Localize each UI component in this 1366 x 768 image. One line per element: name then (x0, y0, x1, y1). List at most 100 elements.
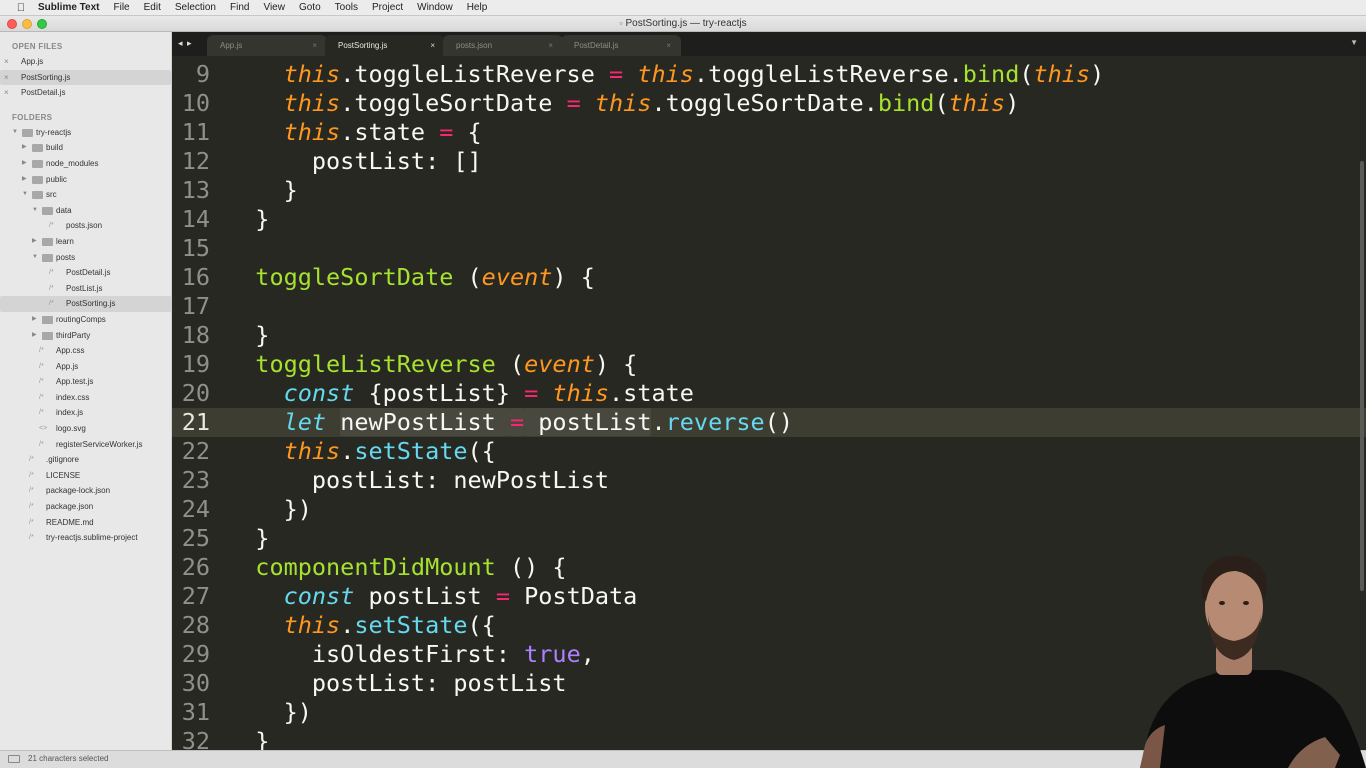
menu-help[interactable]: Help (467, 2, 488, 13)
close-tab-icon[interactable]: × (430, 35, 435, 56)
menu-find[interactable]: Find (230, 2, 249, 13)
code-line[interactable]: 24 }) (172, 495, 1366, 524)
chevron-right-icon[interactable]: ▶ (22, 172, 27, 188)
chevron-down-icon[interactable]: ▼ (32, 250, 38, 266)
code-line[interactable]: 13 } (172, 176, 1366, 205)
tab-postdetail-js[interactable]: PostDetail.js × (561, 35, 681, 56)
code-line[interactable]: 16 toggleSortDate (event) { (172, 263, 1366, 292)
close-tab-icon[interactable]: × (548, 35, 553, 56)
code-line[interactable]: 20 const {postList} = this.state (172, 379, 1366, 408)
folder-item[interactable]: ▶ routingComps (0, 312, 171, 328)
menu-goto[interactable]: Goto (299, 2, 321, 13)
tree-item-label: posts.json (66, 221, 103, 231)
apple-menu-icon[interactable]:  (14, 2, 28, 14)
file-item[interactable]: <> logo.svg (0, 421, 171, 437)
folder-item[interactable]: ▶ public (0, 172, 171, 188)
code-line[interactable]: 22 this.setState({ (172, 437, 1366, 466)
file-item[interactable]: /* index.css (0, 390, 171, 406)
file-item[interactable]: /* README.md (0, 515, 171, 531)
file-item[interactable]: /* posts.json (0, 218, 171, 234)
file-item[interactable]: /* PostSorting.js (0, 296, 171, 312)
menu-view[interactable]: View (263, 2, 285, 13)
tab-list-dropdown-icon[interactable]: ▼ (1350, 38, 1358, 47)
open-file-item[interactable]: × PostSorting.js (0, 69, 171, 86)
file-item[interactable]: /* LICENSE (0, 468, 171, 484)
menu-edit[interactable]: Edit (144, 2, 161, 13)
file-item[interactable]: /* package.json (0, 499, 171, 515)
chevron-down-icon[interactable]: ▼ (12, 125, 18, 141)
code-line[interactable]: 14 } (172, 205, 1366, 234)
menu-project[interactable]: Project (372, 2, 403, 13)
folder-item[interactable]: ▶ thirdParty (0, 328, 171, 344)
close-tab-icon[interactable]: × (312, 35, 317, 56)
file-item[interactable]: /* registerServiceWorker.js (0, 437, 171, 453)
chevron-right-icon[interactable]: ▶ (22, 156, 27, 172)
chevron-down-icon[interactable]: ▼ (32, 203, 38, 219)
tab-postsorting-js[interactable]: PostSorting.js × (325, 35, 445, 56)
code-line[interactable]: 15 (172, 234, 1366, 263)
code-text: postList: [] (227, 147, 482, 176)
chevron-right-icon[interactable]: ▶ (32, 312, 37, 328)
menu-file[interactable]: File (114, 2, 130, 13)
tab-navigation-arrows-icon[interactable]: ◂ ▸ (178, 38, 193, 49)
file-item[interactable]: /* PostList.js (0, 281, 171, 297)
panel-toggle-icon[interactable] (8, 755, 20, 763)
file-item[interactable]: /* index.js (0, 405, 171, 421)
code-line[interactable]: 9 this.toggleListReverse = this.toggleLi… (172, 60, 1366, 89)
folder-item[interactable]: ▼ data (0, 203, 171, 219)
code-line[interactable]: 11 this.state = { (172, 118, 1366, 147)
scrollbar-thumb[interactable] (1360, 161, 1364, 591)
code-line[interactable]: 12 postList: [] (172, 147, 1366, 176)
file-item[interactable]: /* App.js (0, 359, 171, 375)
folder-item[interactable]: ▼ src (0, 187, 171, 203)
menu-selection[interactable]: Selection (175, 2, 216, 13)
folder-item[interactable]: ▼ posts (0, 250, 171, 266)
close-file-icon[interactable]: × (4, 85, 9, 101)
tree-item-label: thirdParty (56, 330, 91, 340)
file-item[interactable]: /* App.css (0, 343, 171, 359)
file-item[interactable]: /* .gitignore (0, 452, 171, 468)
code-token: () { (495, 553, 567, 581)
tab-posts-json[interactable]: posts.json × (443, 35, 563, 56)
close-file-icon[interactable]: × (4, 54, 9, 70)
chevron-right-icon[interactable]: ▶ (32, 234, 37, 250)
code-line[interactable]: 18 } (172, 321, 1366, 350)
code-token: this (637, 60, 694, 88)
tab-app-js[interactable]: App.js × (207, 35, 327, 56)
code-line[interactable]: 23 postList: newPostList (172, 466, 1366, 495)
code-line[interactable]: 17 (172, 292, 1366, 321)
code-token: .state (609, 379, 694, 407)
file-item[interactable]: /* PostDetail.js (0, 265, 171, 281)
app-menu[interactable]: Sublime Text (38, 2, 100, 13)
code-text: toggleSortDate (event) { (227, 263, 595, 292)
menu-window[interactable]: Window (417, 2, 453, 13)
chevron-right-icon[interactable]: ▶ (32, 328, 37, 344)
folder-item[interactable]: ▶ build (0, 140, 171, 156)
file-icon: /* (39, 347, 44, 355)
line-number: 17 (181, 292, 210, 320)
code-token: postList: [] (227, 147, 482, 175)
file-item[interactable]: /* App.test.js (0, 374, 171, 390)
file-item[interactable]: /* package-lock.json (0, 483, 171, 499)
open-file-item[interactable]: × PostDetail.js (0, 85, 171, 101)
folder-item[interactable]: ▶ node_modules (0, 156, 171, 172)
folder-item[interactable]: ▼ try-reactjs (0, 125, 171, 141)
code-token: this (552, 379, 610, 407)
open-file-item[interactable]: × App.js (0, 54, 171, 70)
close-tab-icon[interactable]: × (666, 35, 671, 56)
code-line[interactable]: 19 toggleListReverse (event) { (172, 350, 1366, 379)
chevron-right-icon[interactable]: ▶ (22, 140, 27, 156)
folder-item[interactable]: ▶ learn (0, 234, 171, 250)
code-line[interactable]: 21 let newPostList = postList.reverse() (172, 408, 1366, 437)
file-icon: /* (49, 284, 54, 292)
line-number: 20 (181, 379, 210, 407)
file-item[interactable]: /* try-reactjs.sublime-project (0, 530, 171, 546)
close-file-icon[interactable]: × (4, 70, 9, 86)
tab-label: App.js (220, 41, 243, 50)
code-text: } (227, 727, 269, 750)
code-line[interactable]: 10 this.toggleSortDate = this.toggleSort… (172, 89, 1366, 118)
menu-tools[interactable]: Tools (335, 2, 358, 13)
chevron-down-icon[interactable]: ▼ (22, 187, 28, 203)
file-icon: /* (29, 456, 34, 464)
